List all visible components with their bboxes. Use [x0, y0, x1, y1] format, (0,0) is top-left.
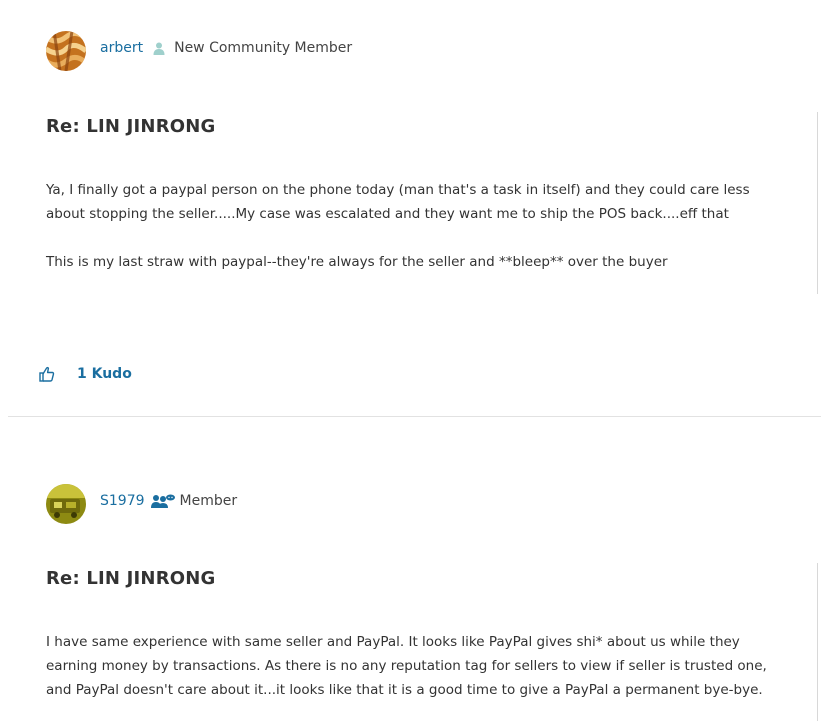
avatar[interactable]	[46, 484, 86, 524]
post-subject: Re: LIN JINRONG	[46, 116, 216, 137]
author-rank: New Community Member	[174, 40, 353, 56]
forum-post: arbert New Community Member Re: LIN JINR…	[0, 0, 821, 416]
person-icon	[153, 42, 165, 55]
post-paragraph: I have same experience with same seller …	[46, 634, 767, 698]
post-body: I have same experience with same seller …	[46, 630, 776, 726]
thumbs-up-icon[interactable]	[38, 364, 56, 384]
post-border	[817, 112, 818, 294]
author-info: arbert New Community Member	[100, 40, 352, 56]
post-subject: Re: LIN JINRONG	[46, 568, 216, 589]
author-info: S1979 Member	[100, 493, 237, 509]
member-group-icon	[150, 494, 175, 508]
avatar[interactable]	[46, 31, 86, 71]
post-paragraph: This is my last straw with paypal--they'…	[46, 254, 668, 270]
forum-post: S1979 Member Re: LIN JINRONG I have same…	[0, 417, 821, 721]
kudos-bar: 1 Kudo	[38, 364, 132, 384]
post-paragraph: Ya, I finally got a paypal person on the…	[46, 182, 750, 222]
post-border	[817, 563, 818, 721]
author-rank: Member	[179, 493, 238, 509]
author-username[interactable]: S1979	[100, 493, 145, 509]
kudos-count[interactable]: 1 Kudo	[77, 366, 132, 382]
post-body: Ya, I finally got a paypal person on the…	[46, 178, 776, 298]
author-username[interactable]: arbert	[100, 40, 143, 56]
